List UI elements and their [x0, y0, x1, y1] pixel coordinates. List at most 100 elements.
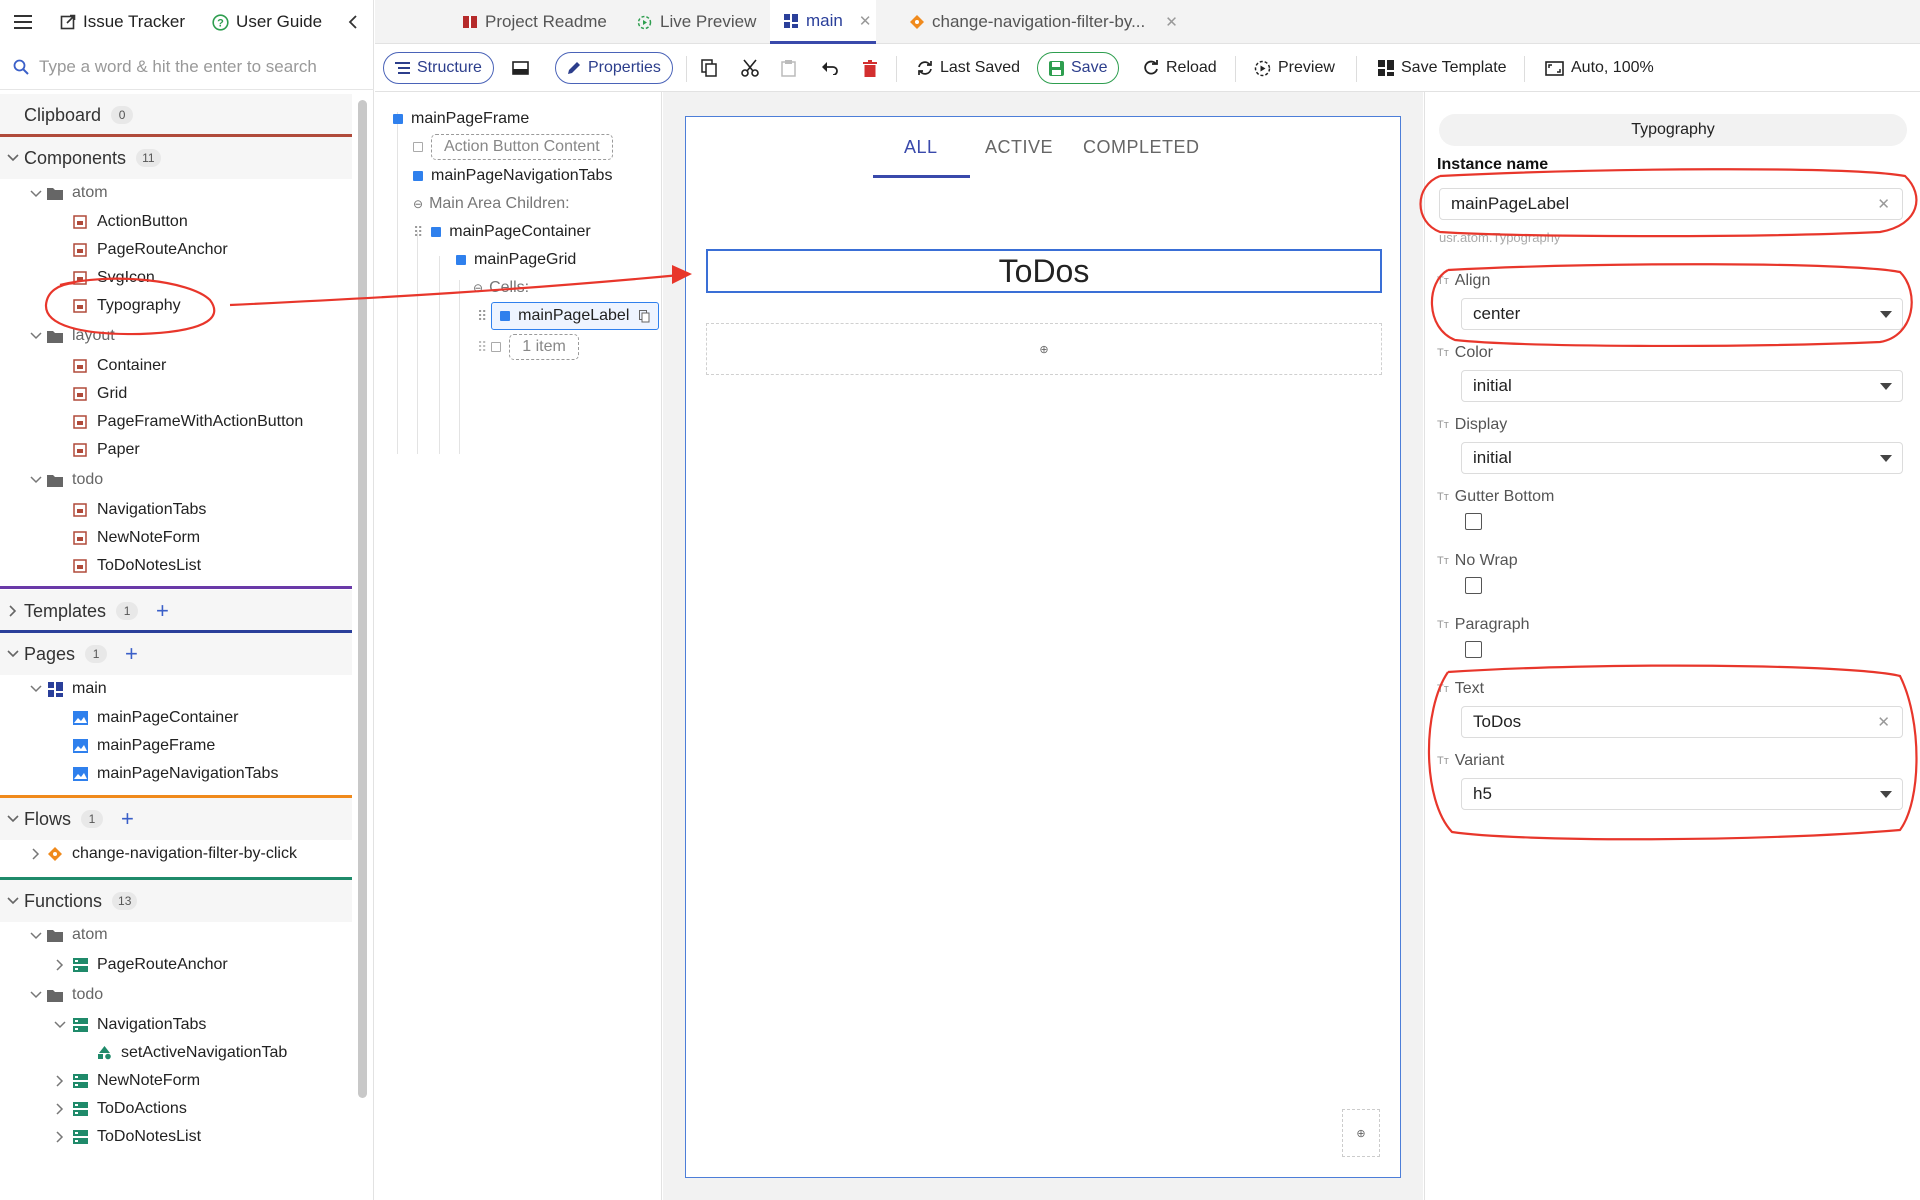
- tab-live-preview[interactable]: Live Preview: [637, 0, 756, 44]
- preview-tab-active[interactable]: ACTIVE: [985, 137, 1053, 158]
- collapse-panel-button[interactable]: [348, 0, 358, 44]
- page-main[interactable]: main: [47, 675, 107, 703]
- folder-atom[interactable]: atom: [47, 921, 108, 949]
- preview-button[interactable]: Preview: [1254, 52, 1335, 84]
- function-item[interactable]: NavigationTabs: [72, 1011, 206, 1039]
- folder-atom[interactable]: atom: [47, 179, 108, 207]
- section-templates[interactable]: Templates 1 +: [0, 590, 352, 632]
- component-item[interactable]: ToDoNotesList: [72, 552, 201, 580]
- structure-button[interactable]: Structure: [383, 52, 494, 84]
- copy-button[interactable]: [701, 52, 717, 84]
- hamburger-menu-button[interactable]: [0, 0, 46, 44]
- align-select[interactable]: center: [1461, 298, 1903, 330]
- function-item[interactable]: NewNoteForm: [72, 1067, 200, 1095]
- chevron-down-icon[interactable]: [29, 473, 43, 487]
- chevron-down-icon[interactable]: [29, 988, 43, 1002]
- chevron-down-icon[interactable]: [29, 682, 43, 696]
- component-item[interactable]: Paper: [72, 436, 140, 464]
- chevron-down-icon[interactable]: [29, 187, 43, 201]
- component-item[interactable]: NewNoteForm: [72, 524, 200, 552]
- instance-name-input[interactable]: mainPageLabel ✕: [1439, 188, 1903, 220]
- structure-node-grid[interactable]: mainPageGrid: [456, 248, 576, 272]
- display-select[interactable]: initial: [1461, 442, 1903, 474]
- delete-button[interactable]: [863, 52, 877, 84]
- component-item[interactable]: PageRouteAnchor: [72, 236, 228, 264]
- left-scrollbar[interactable]: [358, 100, 367, 1098]
- section-functions[interactable]: Functions 13: [0, 880, 352, 922]
- structure-node-container[interactable]: ⠿ mainPageContainer: [413, 220, 591, 244]
- section-pages[interactable]: Pages 1 +: [0, 633, 352, 675]
- variant-select[interactable]: h5: [1461, 778, 1903, 810]
- structure-placeholder-action-button[interactable]: Action Button Content: [413, 134, 613, 160]
- component-item-typography[interactable]: Typography: [72, 292, 181, 320]
- add-flow-button[interactable]: +: [121, 808, 134, 830]
- chevron-down-icon[interactable]: [29, 929, 43, 943]
- page-item[interactable]: mainPageContainer: [72, 704, 238, 732]
- component-item[interactable]: ActionButton: [72, 208, 188, 236]
- folder-todo[interactable]: todo: [47, 981, 103, 1009]
- flow-item[interactable]: change-navigation-filter-by-click: [47, 840, 297, 868]
- issue-tracker-link[interactable]: Issue Tracker: [60, 0, 185, 44]
- section-components[interactable]: Components 11: [0, 137, 352, 179]
- toggle-bottom-panel-button[interactable]: [512, 52, 529, 84]
- add-page-button[interactable]: +: [125, 643, 138, 665]
- chevron-down-icon[interactable]: [29, 329, 43, 343]
- zoom-button[interactable]: Auto, 100%: [1545, 52, 1654, 84]
- gutter-bottom-checkbox[interactable]: [1465, 513, 1482, 530]
- structure-node-root[interactable]: mainPageFrame: [393, 107, 529, 131]
- page-item[interactable]: mainPageFrame: [72, 732, 215, 760]
- color-select[interactable]: initial: [1461, 370, 1903, 402]
- save-template-button[interactable]: Save Template: [1378, 52, 1507, 84]
- chevron-down-icon[interactable]: [53, 1018, 67, 1032]
- paragraph-checkbox[interactable]: [1465, 641, 1482, 658]
- search-input[interactable]: Type a word & hit the enter to search: [39, 57, 317, 77]
- function-item[interactable]: ToDoActions: [72, 1095, 187, 1123]
- tab-flow-change-navigation[interactable]: change-navigation-filter-by... ✕: [910, 0, 1178, 44]
- folder-layout[interactable]: layout: [47, 322, 115, 350]
- clear-icon[interactable]: ✕: [1877, 195, 1890, 213]
- add-target-icon[interactable]: ⊕: [1039, 343, 1048, 356]
- structure-node-label-selected[interactable]: ⠿ mainPageLabel: [477, 302, 660, 330]
- action-button-dropzone[interactable]: ⊕: [1342, 1109, 1380, 1157]
- folder-todo[interactable]: todo: [47, 466, 103, 494]
- function-child-item[interactable]: setActiveNavigationTab: [96, 1039, 287, 1067]
- close-icon[interactable]: ✕: [859, 12, 872, 30]
- drag-handle-icon[interactable]: ⠿: [477, 339, 487, 356]
- reload-button[interactable]: Reload: [1143, 52, 1217, 84]
- page-preview-frame[interactable]: ALL ACTIVE COMPLETED ToDos ⊕ ⊕: [685, 116, 1401, 1178]
- grid-cell-dropzone[interactable]: ⊕: [706, 323, 1382, 375]
- no-wrap-checkbox[interactable]: [1465, 577, 1482, 594]
- add-template-button[interactable]: +: [156, 600, 169, 622]
- function-item[interactable]: PageRouteAnchor: [72, 951, 228, 979]
- structure-node-nav-tabs[interactable]: mainPageNavigationTabs: [413, 164, 612, 188]
- component-item[interactable]: PageFrameWithActionButton: [72, 408, 303, 436]
- component-item[interactable]: Container: [72, 352, 166, 380]
- chevron-right-icon[interactable]: [53, 1130, 67, 1144]
- close-icon[interactable]: ✕: [1165, 13, 1178, 31]
- add-target-icon[interactable]: ⊕: [1356, 1127, 1365, 1140]
- undo-button[interactable]: [821, 52, 839, 84]
- paste-button[interactable]: [781, 52, 796, 84]
- component-item[interactable]: Grid: [72, 380, 127, 408]
- component-item[interactable]: NavigationTabs: [72, 496, 206, 524]
- text-input[interactable]: ToDos ✕: [1461, 706, 1903, 738]
- save-button[interactable]: Save: [1037, 52, 1120, 84]
- component-item[interactable]: SvgIcon: [72, 264, 155, 292]
- last-saved-button[interactable]: Last Saved: [917, 52, 1020, 84]
- cut-button[interactable]: [741, 52, 759, 84]
- preview-tab-all[interactable]: ALL: [904, 137, 938, 158]
- copy-icon[interactable]: [639, 309, 650, 323]
- section-clipboard[interactable]: Clipboard 0: [0, 94, 352, 136]
- user-guide-link[interactable]: ? User Guide: [212, 0, 322, 44]
- section-flows[interactable]: Flows 1 +: [0, 798, 352, 840]
- chevron-right-icon[interactable]: [53, 1074, 67, 1088]
- structure-placeholder-item[interactable]: ⠿ 1 item: [477, 334, 579, 360]
- preview-tab-completed[interactable]: COMPLETED: [1083, 137, 1200, 158]
- properties-button[interactable]: Properties: [555, 52, 673, 84]
- page-item[interactable]: mainPageNavigationTabs: [72, 760, 278, 788]
- chevron-right-icon[interactable]: [29, 847, 43, 861]
- tab-project-readme[interactable]: Project Readme: [463, 0, 607, 44]
- function-item[interactable]: ToDoNotesList: [72, 1123, 201, 1151]
- drag-handle-icon[interactable]: ⠿: [413, 224, 423, 241]
- chevron-right-icon[interactable]: [53, 958, 67, 972]
